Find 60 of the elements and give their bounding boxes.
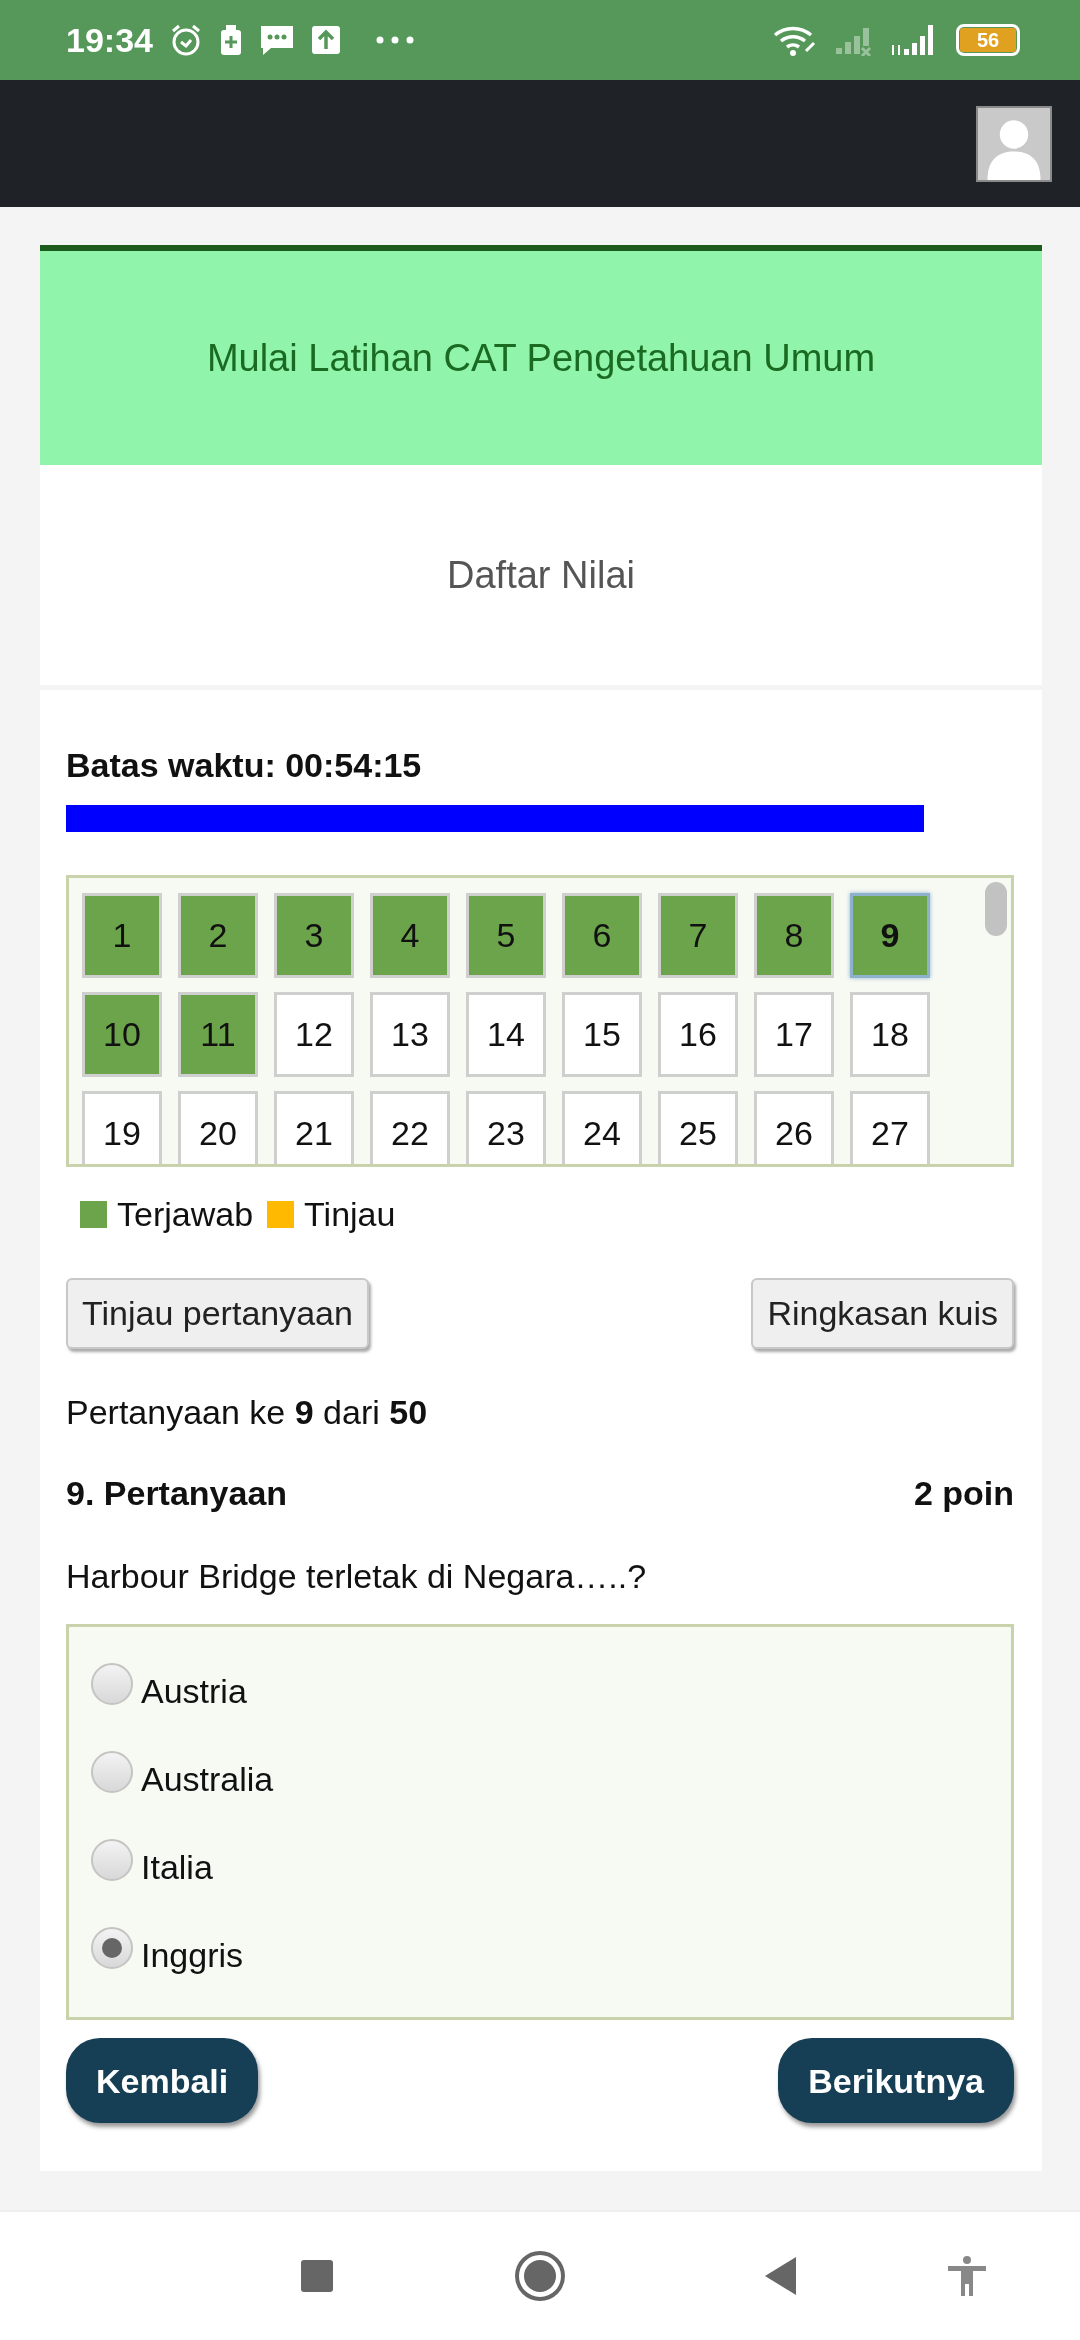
back-icon[interactable] — [764, 2256, 798, 2296]
clock-time: 19:34 — [66, 19, 153, 61]
question-number[interactable]: 4 — [370, 893, 450, 978]
question-number[interactable]: 21 — [274, 1091, 354, 1164]
legend-label: Tinjau — [304, 1194, 396, 1235]
question-number[interactable]: 13 — [370, 992, 450, 1077]
nav-button[interactable]: Berikutnya — [778, 2038, 1014, 2123]
question-number[interactable]: 18 — [850, 992, 930, 1077]
question-number[interactable]: 5 — [466, 893, 546, 978]
action-button[interactable]: Tinjau pertanyaan — [66, 1278, 369, 1349]
battery-plus-icon — [218, 24, 243, 56]
action-button[interactable]: Ringkasan kuis — [751, 1278, 1014, 1349]
question-number[interactable]: 15 — [562, 992, 642, 1077]
question-number[interactable]: 9 — [850, 893, 930, 978]
question-number[interactable]: 3 — [274, 893, 354, 978]
question-number[interactable]: 14 — [466, 992, 546, 1077]
upload-icon — [310, 25, 341, 55]
nav-button[interactable]: Kembali — [66, 2038, 259, 2123]
question-number[interactable]: 20 — [178, 1091, 258, 1164]
timer-text: Batas waktu: 00:54:15 — [66, 745, 423, 786]
avatar-icon[interactable] — [976, 105, 1052, 182]
radio-button[interactable] — [91, 1927, 133, 1969]
question-number[interactable]: 6 — [562, 893, 642, 978]
radio-button[interactable] — [91, 1839, 133, 1881]
question-number[interactable]: 8 — [754, 893, 834, 978]
option-label[interactable]: Inggris — [141, 1929, 244, 1981]
question-title: 9. Pertanyaan — [66, 1473, 288, 1514]
question-number[interactable]: 10 — [82, 992, 162, 1077]
question-number[interactable]: 19 — [82, 1091, 162, 1164]
question-number[interactable]: 26 — [754, 1091, 834, 1164]
recents-icon[interactable] — [300, 2259, 334, 2293]
legend-label: Terjawab — [117, 1194, 254, 1235]
question-number[interactable]: 23 — [466, 1091, 546, 1164]
question-number[interactable]: 12 — [274, 992, 354, 1077]
question-number[interactable]: 17 — [754, 992, 834, 1077]
question-number[interactable]: 2 — [178, 893, 258, 978]
question-number[interactable]: 16 — [658, 992, 738, 1077]
radio-button[interactable] — [91, 1751, 133, 1793]
battery-level: 56 — [960, 28, 1016, 52]
option-label[interactable]: Australia — [141, 1753, 274, 1805]
message-icon — [258, 23, 295, 57]
home-icon[interactable] — [514, 2250, 566, 2302]
question-number[interactable]: 7 — [658, 893, 738, 978]
question-number[interactable]: 22 — [370, 1091, 450, 1164]
question-points: 2 poin — [913, 1473, 1014, 1514]
question-number[interactable]: 1 — [82, 893, 162, 978]
question-counter: Pertanyaan ke 9 dari 50 — [66, 1392, 429, 1433]
quiz-title: Mulai Latihan CAT Pengetahuan Umum — [206, 335, 876, 381]
question-number[interactable]: 27 — [850, 1091, 930, 1164]
question-number[interactable]: 11 — [178, 992, 258, 1077]
question-number[interactable]: 24 — [562, 1091, 642, 1164]
more-icon — [374, 35, 415, 45]
accessibility-icon[interactable] — [948, 2256, 986, 2296]
option-label[interactable]: Austria — [141, 1665, 247, 1717]
question-text: Harbour Bridge terletak di Negara…..? — [66, 1556, 648, 1597]
question-number[interactable]: 25 — [658, 1091, 738, 1164]
section-title: Daftar Nilai — [447, 552, 635, 598]
option-label[interactable]: Italia — [141, 1841, 213, 1893]
radio-button[interactable] — [91, 1663, 133, 1705]
scrollbar-thumb[interactable] — [985, 882, 1007, 936]
